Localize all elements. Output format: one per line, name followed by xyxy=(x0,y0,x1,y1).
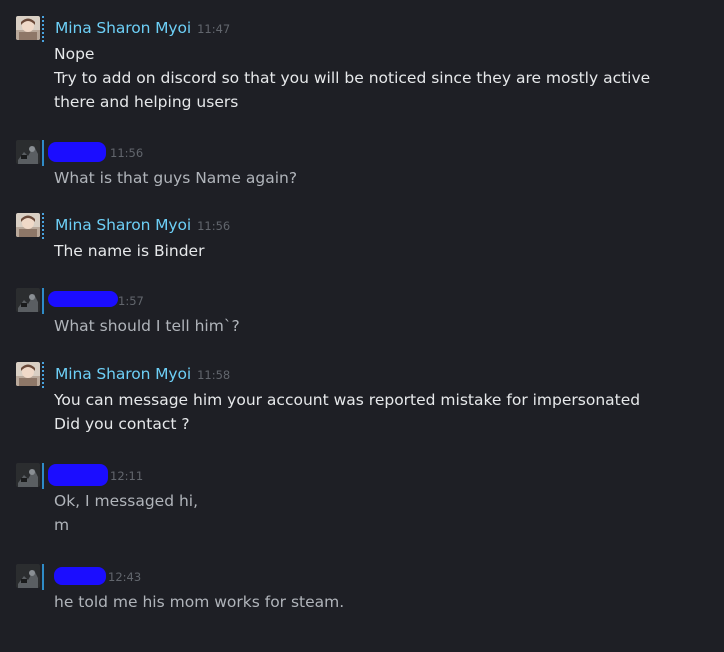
avatar-other[interactable] xyxy=(16,564,40,588)
message-text: You can message him your account was rep… xyxy=(54,391,641,409)
redaction-mark xyxy=(54,567,106,585)
avatar-mina[interactable] xyxy=(16,362,40,386)
message-header: Mina Sharon Myoi 11:58 xyxy=(55,364,230,383)
timestamp: 12:43 xyxy=(108,570,142,584)
message-text: he told me his mom works for steam. xyxy=(54,593,345,611)
message-text: m xyxy=(54,516,70,534)
avatar-other[interactable] xyxy=(16,140,40,164)
online-status-bar xyxy=(42,362,44,388)
timestamp: 11:58 xyxy=(197,368,231,382)
timestamp: 12:11 xyxy=(110,469,144,483)
message-text: The name is Binder xyxy=(54,242,205,260)
redaction-mark xyxy=(48,142,106,162)
sender-name[interactable]: Mina Sharon Myoi xyxy=(55,216,191,234)
timestamp: 11:56 xyxy=(197,219,231,233)
sender-name[interactable]: Mina Sharon Myoi xyxy=(55,365,191,383)
message-header: Mina Sharon Myoi 11:56 xyxy=(55,215,230,234)
message-header: 11:56 xyxy=(104,142,143,161)
avatar-other[interactable] xyxy=(16,463,40,487)
message-header: 12:43 xyxy=(102,566,141,585)
sender-name[interactable]: Mina Sharon Myoi xyxy=(55,19,191,37)
message-body: What should I tell him`? xyxy=(54,314,694,338)
message-body: he told me his mom works for steam. xyxy=(54,590,694,614)
message-text: Did you contact ? xyxy=(54,415,190,433)
message-body: Nope Try to add on discord so that you w… xyxy=(54,42,694,114)
online-status-bar xyxy=(42,16,44,42)
message-text: there and helping users xyxy=(54,93,239,111)
redaction-mark xyxy=(48,291,118,307)
avatar-other[interactable] xyxy=(16,288,40,312)
avatar-mina[interactable] xyxy=(16,16,40,40)
message-header: Mina Sharon Myoi 11:47 xyxy=(55,18,230,37)
timestamp: 11:56 xyxy=(110,146,144,160)
message-body: Ok, I messaged hi, m xyxy=(54,489,694,537)
status-bar xyxy=(42,564,44,590)
message-text: What should I tell him`? xyxy=(54,317,240,335)
message-text: Try to add on discord so that you will b… xyxy=(54,69,651,87)
timestamp: 1:57 xyxy=(118,294,144,308)
message-text: Nope xyxy=(54,45,95,63)
message-text: Ok, I messaged hi, xyxy=(54,492,199,510)
message-header: 12:11 xyxy=(104,465,143,484)
online-status-bar xyxy=(42,213,44,239)
redaction-mark xyxy=(48,464,108,486)
chat-log: Mina Sharon Myoi 11:47 Nope Try to add on… xyxy=(0,0,724,652)
message-body: The name is Binder xyxy=(54,239,694,263)
status-bar xyxy=(42,463,44,489)
message-text: What is that guys Name again? xyxy=(54,169,298,187)
status-bar xyxy=(42,288,44,314)
status-bar xyxy=(42,140,44,166)
message-body: You can message him your account was rep… xyxy=(54,388,694,436)
avatar-mina[interactable] xyxy=(16,213,40,237)
message-body: What is that guys Name again? xyxy=(54,166,694,190)
timestamp: 11:47 xyxy=(197,22,231,36)
message-header: 1:57 xyxy=(112,290,144,309)
